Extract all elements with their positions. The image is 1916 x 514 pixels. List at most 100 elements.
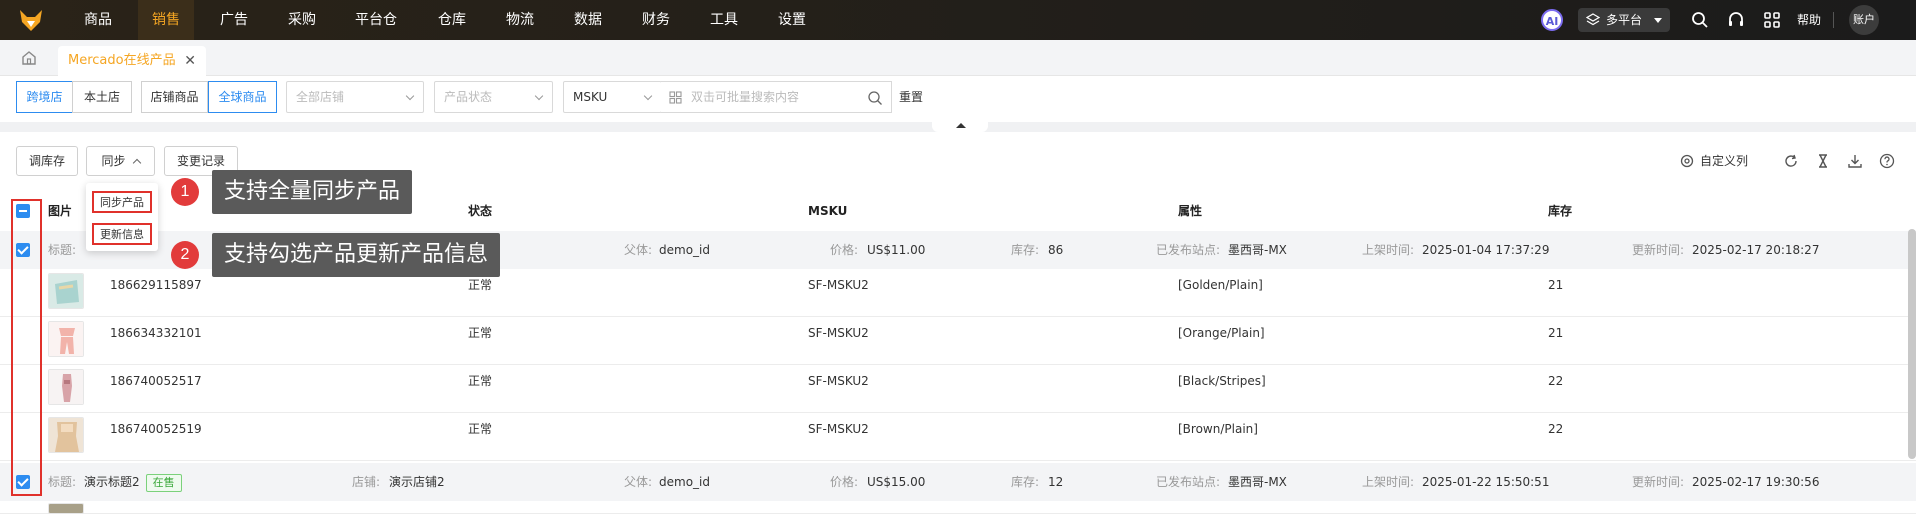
nav-tools[interactable]: 工具 [696, 0, 752, 40]
local-store-toggle[interactable]: 本土店 [72, 81, 132, 113]
hourglass-icon[interactable] [1815, 153, 1831, 169]
home-icon[interactable] [20, 49, 38, 67]
table-row[interactable]: 186740052519 正常 SF-MSKU2 [Brown/Plain] 2… [0, 413, 1916, 461]
tab-bar: Mercado在线产品 ✕ [0, 40, 1916, 76]
ai-assistant-button[interactable]: AI [1541, 9, 1563, 31]
fox-logo-icon[interactable] [18, 7, 44, 33]
listed-value: 2025-01-22 15:50:51 [1422, 475, 1550, 489]
price-label: 价格: [830, 243, 859, 257]
item-msku: SF-MSKU2 [808, 326, 869, 340]
col-image: 图片 [48, 204, 73, 218]
nav-logistics[interactable]: 物流 [492, 0, 548, 40]
product-image[interactable] [48, 369, 84, 405]
chevron-down-icon [405, 91, 415, 101]
title-value: 演示标题2 在售 [84, 463, 182, 501]
refresh-icon[interactable] [1783, 153, 1799, 169]
tab-label: Mercado在线产品 [68, 53, 176, 68]
item-attributes: [Orange/Plain] [1178, 326, 1265, 340]
product-thumbnail [49, 322, 83, 356]
nav-sales[interactable]: 销售 [138, 0, 194, 40]
update-info-menu-item[interactable]: 更新信息 [92, 223, 152, 245]
search-icon[interactable] [867, 90, 883, 106]
apps-grid-icon[interactable] [1763, 11, 1781, 29]
platform-label: 多平台 [1606, 13, 1643, 27]
search-field-value: MSKU [573, 90, 608, 104]
search-field-select[interactable]: MSKU [563, 81, 662, 113]
product-image[interactable] [48, 321, 84, 357]
chevron-up-icon [132, 158, 141, 167]
close-icon[interactable]: ✕ [184, 46, 196, 76]
product-image[interactable] [48, 503, 84, 514]
col-stock: 库存 [1548, 204, 1573, 218]
nav-products[interactable]: 商品 [70, 0, 126, 40]
tab-mercado-online-products[interactable]: Mercado在线产品 ✕ [58, 46, 206, 76]
item-stock: 21 [1548, 326, 1564, 340]
price-label: 价格: [830, 475, 859, 489]
store-select[interactable]: 全部店铺 [286, 81, 424, 113]
help-link[interactable]: 帮助 [1797, 0, 1821, 40]
reset-button[interactable]: 重置 [899, 81, 923, 113]
item-stock: 22 [1548, 374, 1564, 388]
nav-ads[interactable]: 广告 [206, 0, 262, 40]
product-group-row: 标题: 演示标题2 在售 店铺: 演示店铺2 父体: demo_id 价格: US… [0, 463, 1916, 501]
layers-icon [1586, 13, 1600, 26]
price-value: US$15.00 [867, 475, 926, 489]
store-products-toggle[interactable]: 店铺商品 [141, 81, 208, 113]
parent-value: demo_id [659, 475, 710, 489]
col-msku: MSKU [808, 204, 848, 218]
store-select-placeholder: 全部店铺 [296, 90, 345, 104]
item-id: 186740052519 [110, 422, 202, 436]
nav-settings[interactable]: 设置 [764, 0, 820, 40]
custom-columns-button[interactable]: 自定义列 [1680, 146, 1748, 176]
product-image[interactable] [48, 417, 84, 453]
batch-grid-icon[interactable] [669, 91, 682, 104]
item-id: 186629115897 [110, 278, 202, 292]
listed-label: 上架时间: [1362, 475, 1415, 489]
item-msku: SF-MSKU2 [808, 278, 869, 292]
chevron-down-icon [643, 91, 653, 101]
sync-products-menu-item[interactable]: 同步产品 [92, 191, 152, 213]
nav-data[interactable]: 数据 [560, 0, 616, 40]
table-row[interactable]: 186634332101 正常 SF-MSKU2 [Orange/Plain] … [0, 317, 1916, 365]
price-value: US$11.00 [867, 243, 926, 257]
sync-button[interactable]: 同步 [86, 146, 155, 176]
collapse-filters-button[interactable] [932, 120, 988, 132]
product-thumbnail [49, 418, 83, 452]
adjust-stock-button[interactable]: 调库存 [16, 146, 78, 176]
global-products-toggle[interactable]: 全球商品 [208, 81, 277, 113]
chevron-down-icon [534, 91, 544, 101]
cross-border-store-toggle[interactable]: 跨境店 [16, 81, 73, 113]
search-icon[interactable] [1691, 11, 1709, 29]
nav-warehouse[interactable]: 仓库 [424, 0, 480, 40]
table-row[interactable]: 186740052517 正常 SF-MSKU2 [Black/Stripes]… [0, 365, 1916, 413]
stock-label: 库存: [1011, 243, 1040, 257]
nav-purchase[interactable]: 采购 [274, 0, 330, 40]
product-image[interactable] [48, 273, 84, 309]
account-avatar[interactable]: 账户 [1849, 5, 1879, 35]
title-text: 演示标题2 [84, 475, 140, 489]
parent-label: 父体: [624, 475, 653, 489]
search-placeholder: 双击可批量搜索内容 [691, 90, 800, 104]
table-row[interactable] [0, 501, 1916, 514]
item-stock: 21 [1548, 278, 1564, 292]
vertical-scrollbar[interactable] [1908, 229, 1916, 459]
stock-label: 库存: [1011, 475, 1040, 489]
search-input[interactable]: 双击可批量搜索内容 [661, 81, 892, 113]
item-msku: SF-MSKU2 [808, 422, 869, 436]
product-status-select[interactable]: 产品状态 [434, 81, 553, 113]
download-icon[interactable] [1847, 153, 1863, 169]
listed-value: 2025-01-04 17:37:29 [1422, 243, 1550, 257]
site-value: 墨西哥-MX [1228, 475, 1287, 489]
item-status: 正常 [468, 326, 493, 340]
headset-icon[interactable] [1727, 11, 1745, 29]
top-nav-bar: 商品 销售 广告 采购 平台仓 仓库 物流 数据 财务 工具 设置 AI 多平台… [0, 0, 1916, 40]
nav-platform-warehouse[interactable]: 平台仓 [345, 0, 407, 40]
callout-sync-all: 支持全量同步产品 [212, 170, 413, 214]
nav-finance[interactable]: 财务 [628, 0, 684, 40]
platform-switcher[interactable]: 多平台 [1578, 8, 1670, 32]
product-thumbnail [49, 370, 83, 404]
item-msku: SF-MSKU2 [808, 374, 869, 388]
item-id: 186740052517 [110, 374, 202, 388]
updated-value: 2025-02-17 19:30:56 [1692, 475, 1820, 489]
help-circle-icon[interactable] [1879, 153, 1895, 169]
